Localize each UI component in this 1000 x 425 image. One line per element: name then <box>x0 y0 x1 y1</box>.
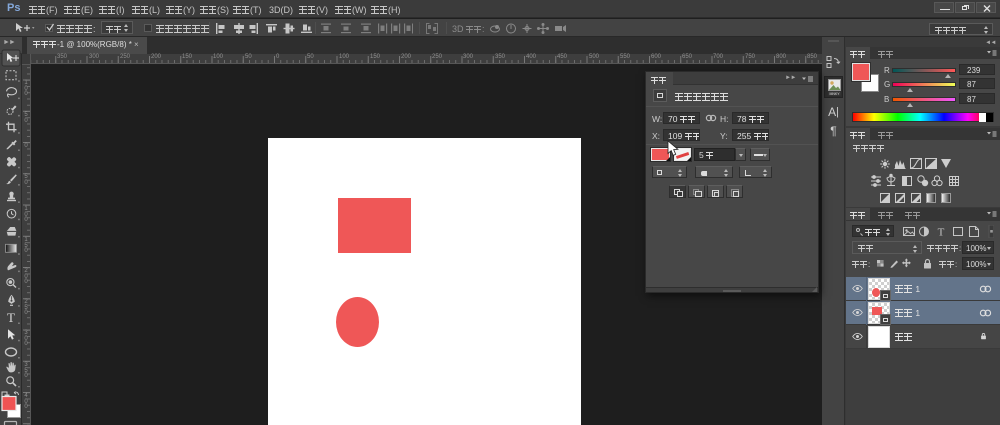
svg-text:MNKY: MNKY <box>829 92 840 96</box>
svg-text:T: T <box>7 310 15 325</box>
svg-text:T: T <box>938 227 945 239</box>
